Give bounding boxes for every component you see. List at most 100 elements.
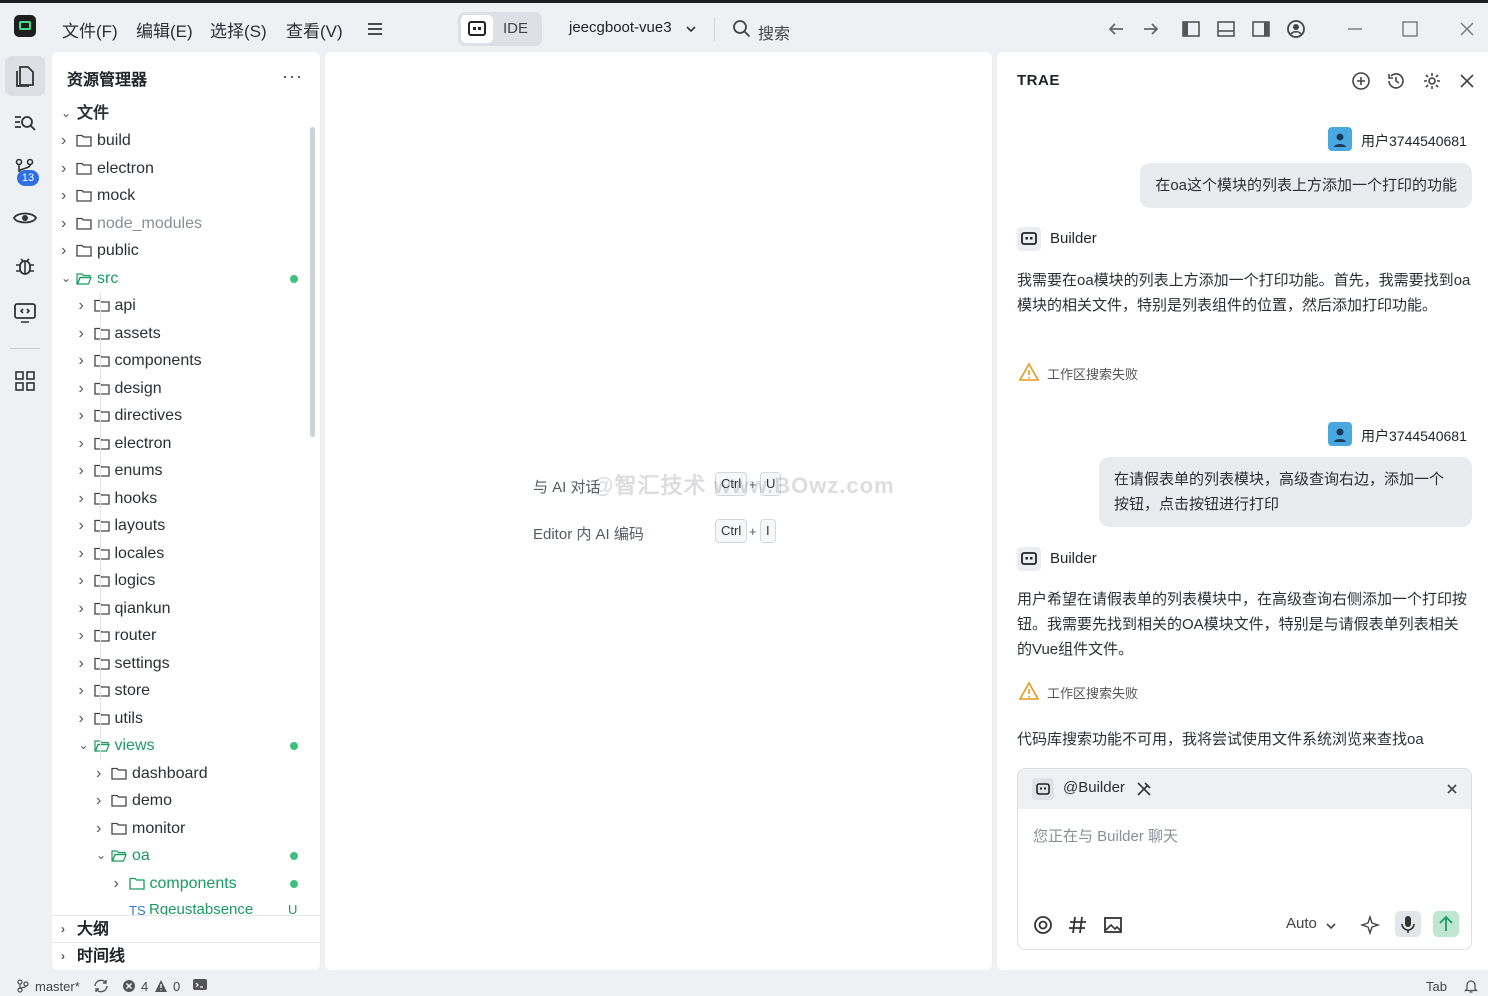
explorer-icon[interactable] <box>12 63 38 89</box>
tree-folder-electron[interactable]: › electron <box>52 155 320 182</box>
agent-mention[interactable]: @Builder <box>1063 779 1125 796</box>
model-selector[interactable]: Auto <box>1286 915 1317 932</box>
activity-divider <box>10 348 40 349</box>
search-box[interactable]: 搜索 <box>758 20 790 44</box>
modified-dot <box>290 852 298 860</box>
tree-item-label: node_modules <box>97 214 202 232</box>
tools-icon[interactable] <box>1135 780 1153 798</box>
preview-eye-icon[interactable] <box>12 205 38 231</box>
notification-bell-icon[interactable] <box>1463 978 1479 994</box>
tree-folder-qiankun[interactable]: › qiankun <box>52 595 320 622</box>
outline-section[interactable]: › 大纲 <box>52 915 320 942</box>
tree-item-label: src <box>97 269 119 287</box>
maximize-icon[interactable] <box>1399 18 1421 40</box>
chevron-down-icon[interactable] <box>684 22 698 36</box>
tree-folder-monitor[interactable]: › monitor <box>52 815 320 842</box>
tree-folder-electron[interactable]: › electron <box>52 430 320 457</box>
image-upload-icon[interactable] <box>1100 912 1126 938</box>
send-button[interactable] <box>1433 911 1459 937</box>
hamburger-menu-icon[interactable] <box>364 18 386 40</box>
tree-folder-dashboard[interactable]: › dashboard <box>52 760 320 787</box>
chevron-down-icon[interactable] <box>1324 919 1338 933</box>
search-files-icon[interactable] <box>12 110 38 136</box>
debug-icon[interactable] <box>12 254 38 280</box>
tree-folder-locales[interactable]: › locales <box>52 540 320 567</box>
remote-monitor-icon[interactable] <box>12 300 38 326</box>
kbd-i: I <box>760 519 776 543</box>
tree-folder-components[interactable]: › components <box>52 870 320 897</box>
toggle-left-panel-icon[interactable] <box>1180 18 1202 40</box>
more-actions-icon[interactable]: ··· <box>282 66 303 87</box>
tree-item-label: electron <box>114 434 172 452</box>
explorer-scrollbar[interactable] <box>310 127 315 437</box>
terminal-icon[interactable] <box>192 978 208 993</box>
remove-agent-icon[interactable] <box>1444 781 1460 797</box>
tree-folder-components[interactable]: › components <box>52 347 320 374</box>
toggle-right-panel-icon[interactable] <box>1250 18 1272 40</box>
error-count[interactable]: 4 <box>141 979 148 994</box>
tree-folder-router[interactable]: › router <box>52 622 320 649</box>
folder-icon <box>93 437 110 450</box>
branch-name[interactable]: master* <box>35 979 80 994</box>
chat-input[interactable]: 您正在与 Builder 聊天 <box>1033 825 1178 846</box>
chevron-right-icon: › <box>96 764 102 782</box>
sparkle-enhance-icon[interactable] <box>1358 912 1384 938</box>
tree-folder-demo[interactable]: › demo <box>52 787 320 814</box>
modified-dot <box>290 879 298 888</box>
chevron-right-icon: › <box>78 434 84 452</box>
tree-folder-logics[interactable]: › logics <box>52 567 320 594</box>
chat-title: TRAE <box>1017 72 1060 89</box>
tree-folder-layouts[interactable]: › layouts <box>52 512 320 539</box>
menu-file[interactable]: 文件(F) <box>62 17 118 42</box>
mode-toggle[interactable]: IDE <box>458 12 542 46</box>
timeline-section[interactable]: › 时间线 <box>52 942 320 969</box>
close-panel-icon[interactable] <box>1457 71 1477 91</box>
menu-selection[interactable]: 选择(S) <box>210 17 267 42</box>
new-chat-icon[interactable] <box>1351 71 1371 91</box>
forward-arrow-icon[interactable] <box>1140 18 1162 40</box>
tree-folder-store[interactable]: › store <box>52 677 320 704</box>
mention-at-icon[interactable] <box>1030 912 1056 938</box>
menu-edit[interactable]: 编辑(E) <box>136 17 193 42</box>
ide-mode-label[interactable]: IDE <box>503 20 528 37</box>
tree-folder-views[interactable]: ⌄ views <box>52 732 320 759</box>
sync-icon[interactable] <box>92 978 110 994</box>
folder-icon <box>76 217 92 230</box>
tree-folder-settings[interactable]: › settings <box>52 650 320 677</box>
builder-mode-icon[interactable] <box>461 15 493 43</box>
voice-input-button[interactable] <box>1395 911 1421 937</box>
tree-folder-build[interactable]: › build <box>52 127 320 154</box>
hashtag-context-icon[interactable] <box>1065 912 1091 938</box>
tree-folder-src[interactable]: ⌄ src <box>52 265 320 292</box>
tree-folder-node-modules[interactable]: › node_modules <box>52 210 320 237</box>
tree-folder-design[interactable]: › design <box>52 375 320 402</box>
settings-gear-icon[interactable] <box>1422 71 1442 91</box>
warning-status-icon[interactable] <box>154 979 168 993</box>
extensions-grid-icon[interactable] <box>12 368 38 394</box>
close-window-icon[interactable] <box>1456 18 1478 40</box>
tree-folder-api[interactable]: › api <box>52 292 320 319</box>
tree-folder-hooks[interactable]: › hooks <box>52 485 320 512</box>
tree-folder-public[interactable]: › public <box>52 237 320 264</box>
account-icon[interactable] <box>1285 18 1307 40</box>
tree-folder-assets[interactable]: › assets <box>52 320 320 347</box>
error-icon[interactable] <box>122 979 136 993</box>
menu-view[interactable]: 查看(V) <box>286 17 343 42</box>
search-icon[interactable] <box>731 18 753 40</box>
toggle-bottom-panel-icon[interactable] <box>1215 18 1237 40</box>
tree-folder-oa[interactable]: ⌄ oa <box>52 842 320 869</box>
tab-indicator[interactable]: Tab <box>1426 979 1447 994</box>
history-icon[interactable] <box>1386 71 1406 91</box>
minimize-icon[interactable] <box>1344 18 1366 40</box>
back-arrow-icon[interactable] <box>1105 18 1127 40</box>
warning-count[interactable]: 0 <box>173 979 180 994</box>
tree-item-label: electron <box>97 159 154 177</box>
tree-folder-utils[interactable]: › utils <box>52 705 320 732</box>
tree-folder-mock[interactable]: › mock <box>52 182 320 209</box>
folder-icon <box>128 877 145 890</box>
tree-root[interactable]: ⌄ 文件 <box>52 100 320 127</box>
project-name[interactable]: jeecgboot-vue3 <box>569 19 672 36</box>
bot-name: Builder <box>1050 230 1097 247</box>
tree-folder-directives[interactable]: › directives <box>52 402 320 429</box>
tree-folder-enums[interactable]: › enums <box>52 457 320 484</box>
